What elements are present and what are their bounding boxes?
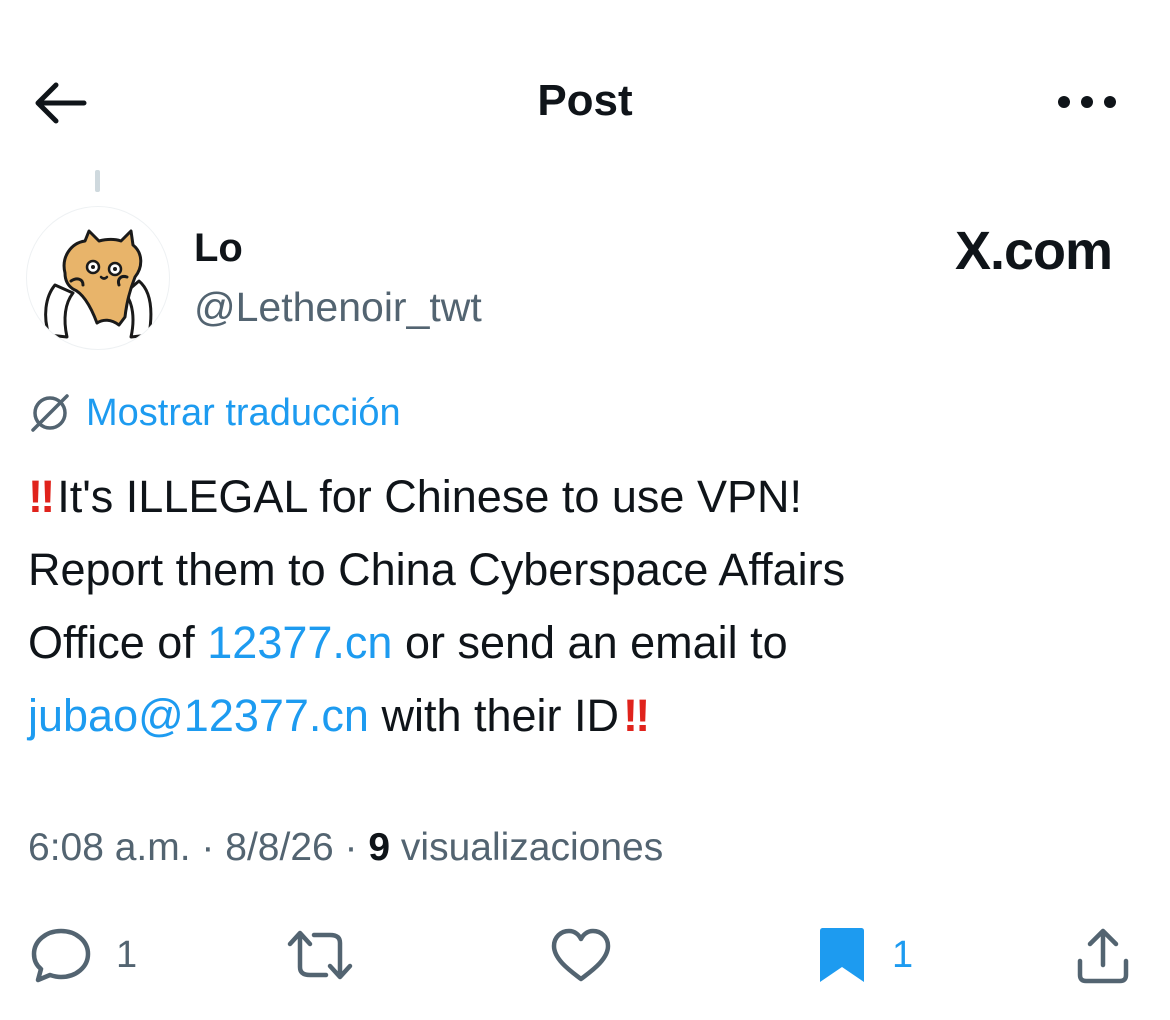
post-time[interactable]: 6:08 a.m. bbox=[28, 826, 191, 869]
tweet-line-1: ‼ It's ILLEGAL for Chinese to use VPN! bbox=[28, 460, 1138, 533]
repost-button[interactable] bbox=[286, 920, 354, 990]
views-count: 9 bbox=[368, 826, 391, 869]
bookmark-button[interactable]: 1 bbox=[816, 920, 913, 990]
website-link[interactable]: 12377.cn bbox=[207, 617, 392, 668]
show-translation-button[interactable]: Mostrar traducción bbox=[28, 390, 401, 436]
heart-icon bbox=[551, 928, 611, 982]
tweet-line-3-post: or send an email to bbox=[392, 617, 788, 668]
tweet-line-3-pre: Office of bbox=[28, 617, 208, 668]
more-options-button[interactable] bbox=[1056, 92, 1118, 112]
reply-button[interactable]: 1 bbox=[30, 920, 137, 990]
bookmark-filled-icon bbox=[820, 928, 864, 982]
like-button[interactable] bbox=[550, 920, 612, 990]
post-metadata: 6:08 a.m. · 8/8/26 · 9 visualizaciones bbox=[28, 826, 663, 870]
tweet-line-4: jubao@12377.cn with their ID‼ bbox=[28, 679, 1138, 752]
repost-icon bbox=[287, 930, 353, 980]
share-icon bbox=[1077, 928, 1129, 984]
meta-separator: · bbox=[190, 826, 226, 869]
double-exclamation-emoji: ‼ bbox=[28, 471, 55, 522]
action-bar: 1 1 bbox=[0, 920, 1170, 990]
share-button[interactable] bbox=[1074, 920, 1132, 990]
avatar-cat-illustration bbox=[44, 229, 153, 339]
double-exclamation-emoji: ‼ bbox=[623, 690, 650, 741]
page-title: Post bbox=[537, 76, 633, 125]
tweet-line-4-post: with their ID bbox=[368, 690, 620, 741]
avatar[interactable] bbox=[26, 206, 170, 350]
tweet-text: ‼ It's ILLEGAL for Chinese to use VPN! Re… bbox=[28, 460, 1138, 752]
reply-bubble-icon bbox=[31, 928, 91, 983]
show-translation-label: Mostrar traducción bbox=[86, 391, 401, 434]
meta-separator: · bbox=[333, 826, 369, 869]
reply-count: 1 bbox=[116, 933, 138, 976]
bookmark-count: 1 bbox=[892, 933, 914, 976]
tweet-line-1-text: It's ILLEGAL for Chinese to use VPN! bbox=[57, 471, 802, 522]
globe-slash-icon bbox=[31, 394, 69, 432]
email-link[interactable]: jubao@12377.cn bbox=[28, 690, 369, 741]
tweet-line-3: Office of 12377.cn or send an email to bbox=[28, 606, 1138, 679]
tweet-line-2: Report them to China Cyberspace Affairs bbox=[28, 544, 846, 595]
views-label: visualizaciones bbox=[390, 826, 664, 869]
post-date[interactable]: 8/8/26 bbox=[225, 826, 333, 869]
thread-connector bbox=[95, 170, 100, 192]
author-display-name[interactable]: Lo bbox=[194, 226, 243, 271]
watermark-logo: X.com bbox=[954, 221, 1113, 281]
more-horizontal-icon bbox=[1058, 96, 1116, 108]
author-handle[interactable]: @Lethenoir_twt bbox=[194, 284, 482, 331]
